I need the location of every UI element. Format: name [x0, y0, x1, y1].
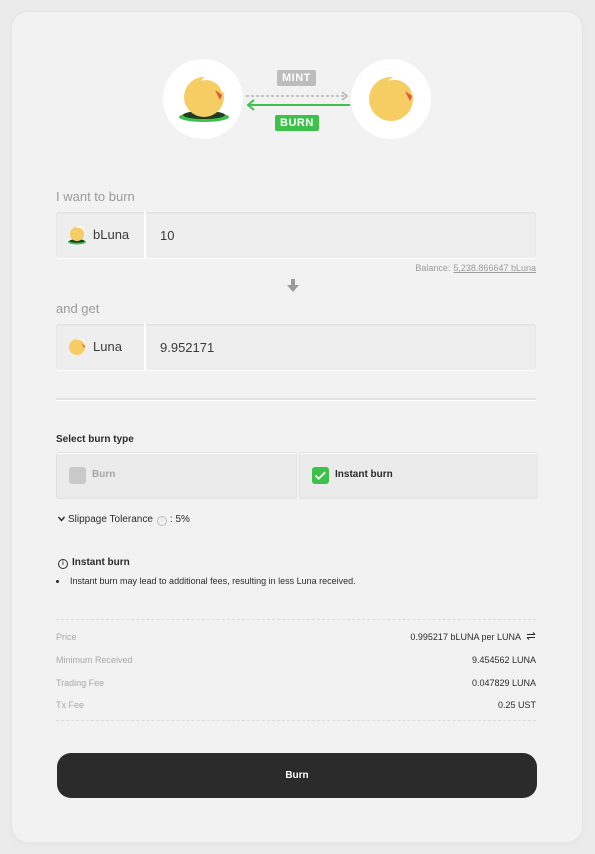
summary-top-divider — [56, 619, 536, 620]
summary-label: Minimum Received — [56, 655, 133, 665]
divider — [56, 398, 536, 401]
arrow-down-icon — [287, 279, 299, 292]
slippage-toggle[interactable]: Slippage Tolerance i: 5% — [58, 514, 190, 526]
burn-tag: BURN — [275, 115, 319, 131]
instant-burn-option-label: Instant burn — [335, 469, 393, 480]
notice-list: Instant burn may lead to additional fees… — [58, 576, 356, 586]
mint-tag: MINT — [277, 70, 316, 86]
get-amount-input[interactable] — [148, 324, 528, 370]
swap-arrows-icon[interactable] — [526, 632, 536, 640]
bluna-token-icon — [68, 225, 86, 245]
balance-value[interactable]: 5,238.866647 bLuna — [453, 263, 536, 273]
burn-token-name: bLuna — [93, 227, 130, 242]
get-token-name: Luna — [93, 339, 122, 354]
instant-burn-option[interactable]: Instant burn — [300, 453, 537, 498]
summary-value: 9.454562 LUNA — [471, 655, 536, 665]
summary-value: 0.995217 bLUNA per LUNA — [410, 632, 536, 642]
bluna-coin-icon — [179, 74, 229, 122]
burn-button[interactable]: Burn — [57, 753, 537, 798]
instant-burn-notice-title: i Instant burn — [58, 557, 130, 569]
balance-label: Balance: — [415, 263, 451, 273]
chevron-down-icon — [58, 516, 65, 522]
burn-card: MINT BURN I want to burn bLuna Balance:5… — [12, 12, 582, 842]
notice-title-text: Instant burn — [72, 557, 130, 568]
burn-option[interactable]: Burn — [57, 453, 296, 498]
burn-input-label: I want to burn — [56, 189, 135, 204]
slippage-label: Slippage Tolerance — [68, 514, 153, 525]
summary-value: 0.25 UST — [497, 700, 536, 710]
burn-type-title: Select burn type — [56, 434, 134, 445]
luna-coin-icon — [369, 76, 413, 121]
burn-amount-field: bLuna — [56, 212, 536, 258]
luna-token-icon — [69, 338, 86, 355]
summary-label: Price — [56, 632, 77, 642]
get-amount-field: Luna — [56, 324, 536, 370]
summary-label: Tx Fee — [56, 700, 85, 710]
checkmark-icon — [314, 471, 326, 480]
info-icon: i — [58, 559, 68, 569]
slippage-value: : 5% — [169, 514, 190, 525]
burn-token-selector[interactable]: bLuna — [56, 212, 146, 258]
bluna-token-circle — [163, 59, 243, 139]
burn-option-checkbox[interactable] — [69, 467, 86, 484]
balance-readout[interactable]: Balance: 5,238.866647 bLuna — [415, 263, 536, 273]
info-icon[interactable]: i — [156, 516, 167, 526]
burn-option-label: Burn — [92, 469, 116, 480]
instant-burn-checkbox[interactable] — [312, 467, 329, 484]
notice-item: Instant burn may lead to additional fees… — [68, 576, 356, 586]
get-input-label: and get — [56, 301, 100, 316]
burn-amount-input[interactable] — [148, 212, 528, 258]
summary-bottom-divider — [56, 720, 536, 721]
luna-token-circle — [351, 59, 431, 139]
summary-value: 0.047829 LUNA — [471, 678, 536, 688]
summary-label: Trading Fee — [56, 678, 105, 688]
price-value: 0.995217 bLUNA per LUNA — [410, 632, 521, 642]
get-token-selector[interactable]: Luna — [56, 324, 146, 370]
